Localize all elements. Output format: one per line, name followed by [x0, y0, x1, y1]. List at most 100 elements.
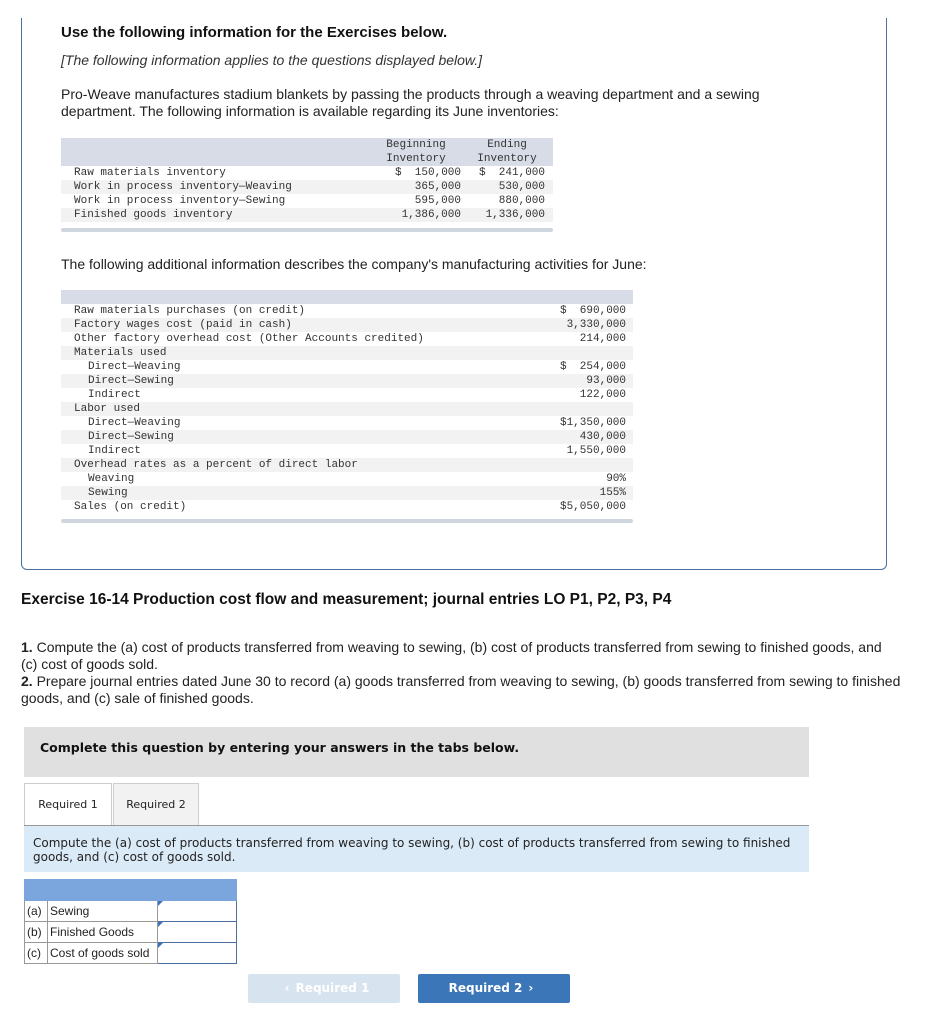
- row-value: 90%: [606, 473, 626, 485]
- table-row: Sales (on credit) $5,050,000: [61, 500, 633, 514]
- tab-required-2[interactable]: Required 2: [113, 783, 199, 825]
- table-row: Direct—Sewing 430,000: [61, 430, 633, 444]
- chevron-left-icon: ‹: [284, 981, 290, 995]
- info-paragraph: Pro-Weave manufactures stadium blankets …: [61, 86, 760, 119]
- beginning-value: $ 150,000: [394, 167, 461, 179]
- row-label: Other factory overhead cost (Other Accou…: [74, 333, 424, 345]
- next-required-2-button[interactable]: Required 2 ›: [418, 974, 570, 1003]
- table-row: Indirect 122,000: [61, 388, 633, 402]
- answer-table-header: [24, 879, 237, 901]
- ending-value: 530,000: [461, 180, 553, 194]
- instructions: Compute the (a) cost of products transfe…: [24, 826, 809, 872]
- table-row: Weaving 90%: [61, 472, 633, 486]
- answer-label: Sewing: [47, 900, 158, 922]
- row-label: Indirect: [88, 445, 141, 457]
- next-button-label: Required 2: [448, 981, 523, 995]
- row-label: Work in process inventory—Weaving: [61, 180, 371, 194]
- row-value: 214,000: [579, 333, 626, 345]
- tab-required-1[interactable]: Required 1: [24, 783, 112, 825]
- row-label: Direct—Sewing: [61, 374, 541, 388]
- table-row: Labor used: [61, 402, 633, 416]
- row-label: Raw materials inventory: [74, 167, 226, 179]
- exercise-title: Exercise 16-14 Production cost flow and …: [21, 591, 672, 608]
- row-value: [541, 402, 633, 416]
- finished-goods-input[interactable]: [158, 923, 236, 941]
- row-label: Indirect: [88, 389, 141, 401]
- row-label: Direct—Sewing: [61, 430, 541, 444]
- question-2-text: Prepare journal entries dated June 30 to…: [21, 673, 901, 706]
- beginning-value: 595,000: [414, 195, 461, 207]
- header-ending-2: Inventory: [461, 152, 553, 166]
- row-value: 3,330,000: [541, 318, 633, 332]
- question-2: 2. Prepare journal entries dated June 30…: [21, 673, 901, 707]
- question-1-text: Compute the (a) cost of products transfe…: [21, 639, 882, 672]
- row-value: $1,350,000: [559, 417, 626, 429]
- sewing-input[interactable]: [158, 902, 236, 920]
- table-row: Finished goods inventory 1,386,000 1,336…: [61, 208, 553, 222]
- table-row: Direct—Sewing 93,000: [61, 374, 633, 388]
- table-scrollbar[interactable]: [61, 228, 553, 232]
- inventory-header-row: Beginning Ending: [61, 138, 553, 152]
- table-row: Direct—Weaving $1,350,000: [61, 416, 633, 430]
- answer-table: (a) Sewing (b) Finished Goods (c) Cost o…: [24, 879, 237, 964]
- table-row: Sewing 155%: [61, 486, 633, 500]
- row-label: Work in process inventory—Sewing: [74, 195, 286, 207]
- complete-banner: Complete this question by entering your …: [24, 727, 809, 777]
- table-row: Raw materials purchases (on credit) $ 690…: [61, 304, 633, 318]
- table-scrollbar[interactable]: [61, 519, 633, 523]
- ending-value: $ 241,000: [478, 167, 545, 179]
- row-label: Weaving: [88, 473, 135, 485]
- row-label: Overhead rates as a percent of direct la…: [61, 458, 541, 472]
- table-row: Overhead rates as a percent of direct la…: [61, 458, 633, 472]
- additional-info-text: The following additional information des…: [61, 256, 647, 272]
- question-1-number: 1.: [21, 639, 33, 655]
- cost-of-goods-sold-input[interactable]: [158, 944, 236, 962]
- header-beginning-2: Inventory: [371, 152, 461, 166]
- table-row: Other factory overhead cost (Other Accou…: [61, 332, 633, 346]
- table-row: Work in process inventory—Sewing 595,000…: [61, 194, 553, 208]
- answer-label: Cost of goods sold: [47, 942, 158, 964]
- table-row: Direct—Weaving $ 254,000: [61, 360, 633, 374]
- answer-key: (b): [24, 921, 48, 943]
- table-row: Materials used: [61, 346, 633, 360]
- row-label: Direct—Weaving: [88, 417, 181, 429]
- header-ending-1: Ending: [461, 138, 553, 152]
- beginning-value: 365,000: [371, 180, 461, 194]
- ending-value: 880,000: [498, 195, 545, 207]
- row-label: Labor used: [61, 402, 541, 416]
- row-value: $5,050,000: [559, 501, 626, 513]
- question-1: 1. Compute the (a) cost of products tran…: [21, 639, 901, 673]
- row-value: 1,550,000: [566, 445, 626, 457]
- answer-key: (c): [24, 942, 48, 964]
- info-heading: Use the following information for the Ex…: [61, 24, 448, 41]
- row-value: $ 254,000: [559, 361, 626, 373]
- question-2-number: 2.: [21, 673, 33, 689]
- row-label: Sales (on credit): [74, 501, 187, 513]
- row-label: Materials used: [61, 346, 541, 360]
- row-label: Direct—Weaving: [88, 361, 181, 373]
- row-value: $ 690,000: [559, 305, 626, 317]
- row-label: Finished goods inventory: [61, 208, 371, 222]
- header-beginning-1: Beginning: [371, 138, 461, 152]
- table-row: Work in process inventory—Weaving 365,00…: [61, 180, 553, 194]
- row-value: 155%: [541, 486, 633, 500]
- row-value: [541, 458, 633, 472]
- activities-header-row: [61, 290, 633, 304]
- info-note: [The following information applies to th…: [61, 52, 483, 68]
- exercise-questions: 1. Compute the (a) cost of products tran…: [21, 639, 901, 707]
- table-row: Factory wages cost (paid in cash) 3,330,0…: [61, 318, 633, 332]
- answer-key: (a): [24, 900, 48, 922]
- answer-row: (c) Cost of goods sold: [24, 942, 237, 964]
- row-label: Raw materials purchases (on credit): [74, 305, 306, 317]
- inventory-table: Beginning Ending Inventory Inventory Raw…: [61, 138, 553, 222]
- prev-button-label: Required 1: [295, 981, 370, 995]
- beginning-value: 1,386,000: [371, 208, 461, 222]
- answer-row: (a) Sewing: [24, 900, 237, 922]
- chevron-right-icon: ›: [528, 981, 534, 995]
- activities-table: Raw materials purchases (on credit) $ 690…: [61, 290, 633, 514]
- prev-required-1-button[interactable]: ‹ Required 1: [248, 974, 400, 1003]
- row-value: 93,000: [541, 374, 633, 388]
- table-row: Raw materials inventory $ 150,000 $ 241,…: [61, 166, 553, 180]
- row-value: 430,000: [541, 430, 633, 444]
- table-row: Indirect 1,550,000: [61, 444, 633, 458]
